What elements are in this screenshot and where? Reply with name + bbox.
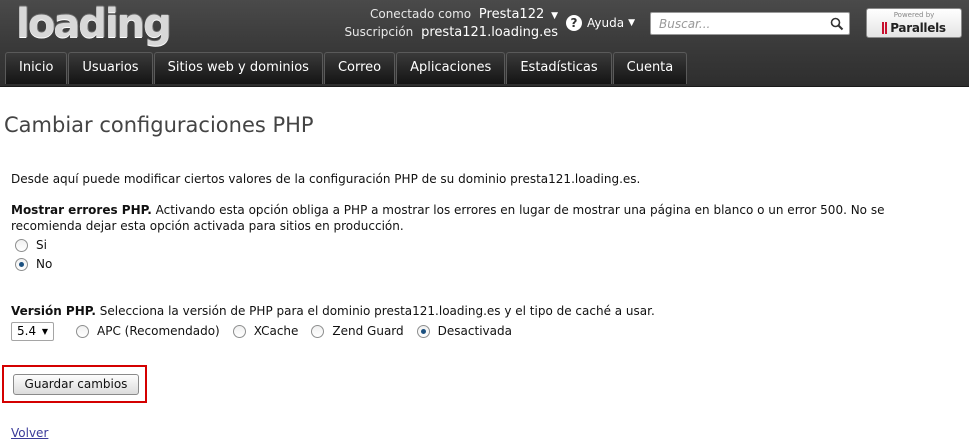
tab-usuarios[interactable]: Usuarios <box>68 52 153 84</box>
back-link[interactable]: Volver <box>11 426 48 440</box>
cache-option-desactivada[interactable]: Desactivada <box>416 324 512 338</box>
subscription-row: Suscripción presta121.loading.es <box>300 23 558 41</box>
subscription-value: presta121.loading.es <box>421 25 558 40</box>
cache-option-zend-guard[interactable]: Zend Guard <box>311 324 404 338</box>
radio-desactivada[interactable] <box>416 324 430 338</box>
php-version-select[interactable]: 5.4 ▼ <box>11 321 54 341</box>
search-icon[interactable] <box>827 14 849 34</box>
tab-aplicaciones[interactable]: Aplicaciones <box>396 52 506 84</box>
radio-xcache[interactable] <box>232 324 246 338</box>
php-version-description: Versión PHP. Selecciona la versión de PH… <box>11 304 655 318</box>
page-title: Cambiar configuraciones PHP <box>4 113 314 137</box>
show-errors-option-si[interactable]: Si <box>15 237 47 253</box>
user-info: Conectado como Presta122 ▼ Suscripción p… <box>300 5 558 41</box>
show-errors-option-no[interactable]: No <box>15 256 52 272</box>
parallels-name: Parallels <box>890 21 946 35</box>
php-version-row: 5.4 ▼ APC (Recomendado) XCache Zend Guar… <box>11 321 525 341</box>
username[interactable]: Presta122 <box>479 7 544 22</box>
connected-as-row[interactable]: Conectado como Presta122 ▼ <box>300 5 558 23</box>
chevron-down-icon[interactable]: ▼ <box>42 327 48 336</box>
parallels-bars-icon <box>882 22 888 34</box>
radio-no[interactable] <box>15 257 28 271</box>
tab-sitios-web-y-dominios[interactable]: Sitios web y dominios <box>153 52 323 84</box>
search-input[interactable] <box>651 13 827 34</box>
help-menu[interactable]: ? Ayuda ▼ <box>566 13 635 33</box>
radio-xcache-label[interactable]: XCache <box>254 324 299 338</box>
php-version-value: 5.4 <box>17 324 37 338</box>
tab-cuenta[interactable]: Cuenta <box>612 52 688 84</box>
radio-apc[interactable] <box>76 324 89 338</box>
powered-by-label: Powered by <box>893 11 935 19</box>
parallels-logo: Parallels <box>867 20 961 36</box>
chevron-down-icon[interactable]: ▼ <box>628 18 635 28</box>
intro-text: Desde aquí puede modificar ciertos valor… <box>11 172 641 186</box>
tab-estadisticas[interactable]: Estadísticas <box>506 52 612 84</box>
connected-label: Conectado como <box>369 7 472 21</box>
radio-zend-guard-label[interactable]: Zend Guard <box>332 324 403 338</box>
radio-apc-label[interactable]: APC (Recomendado) <box>97 324 220 338</box>
show-errors-title: Mostrar errores PHP. <box>11 203 152 217</box>
cache-option-xcache[interactable]: XCache <box>232 324 299 338</box>
php-version-text: Selecciona la versión de PHP para el dom… <box>99 304 655 318</box>
chevron-down-icon[interactable]: ▼ <box>551 11 558 21</box>
show-errors-description: Mostrar errores PHP. Activando esta opci… <box>11 202 956 234</box>
php-version-title: Versión PHP. <box>11 304 96 318</box>
search-box <box>650 12 850 35</box>
radio-si[interactable] <box>15 238 28 252</box>
subscription-label: Suscripción <box>344 25 414 39</box>
cache-option-apc[interactable]: APC (Recomendado) <box>76 324 220 338</box>
radio-no-label[interactable]: No <box>36 257 52 271</box>
radio-desactivada-label[interactable]: Desactivada <box>438 324 512 338</box>
main-nav: Inicio Usuarios Sitios web y dominios Co… <box>5 52 688 84</box>
save-button[interactable]: Guardar cambios <box>13 374 139 395</box>
powered-by-badge[interactable]: Powered by Parallels <box>866 8 962 38</box>
radio-si-label[interactable]: Si <box>36 238 47 252</box>
radio-zend-guard[interactable] <box>311 324 325 338</box>
save-button-highlight: Guardar cambios <box>2 365 147 403</box>
help-icon[interactable]: ? <box>566 15 582 31</box>
tab-correo[interactable]: Correo <box>323 52 396 84</box>
help-label[interactable]: Ayuda <box>587 16 624 30</box>
tab-inicio[interactable]: Inicio <box>5 52 68 84</box>
brand-logo[interactable]: loading <box>16 2 172 46</box>
header-bar: loading Conectado como Presta122 ▼ Suscr… <box>0 0 969 87</box>
